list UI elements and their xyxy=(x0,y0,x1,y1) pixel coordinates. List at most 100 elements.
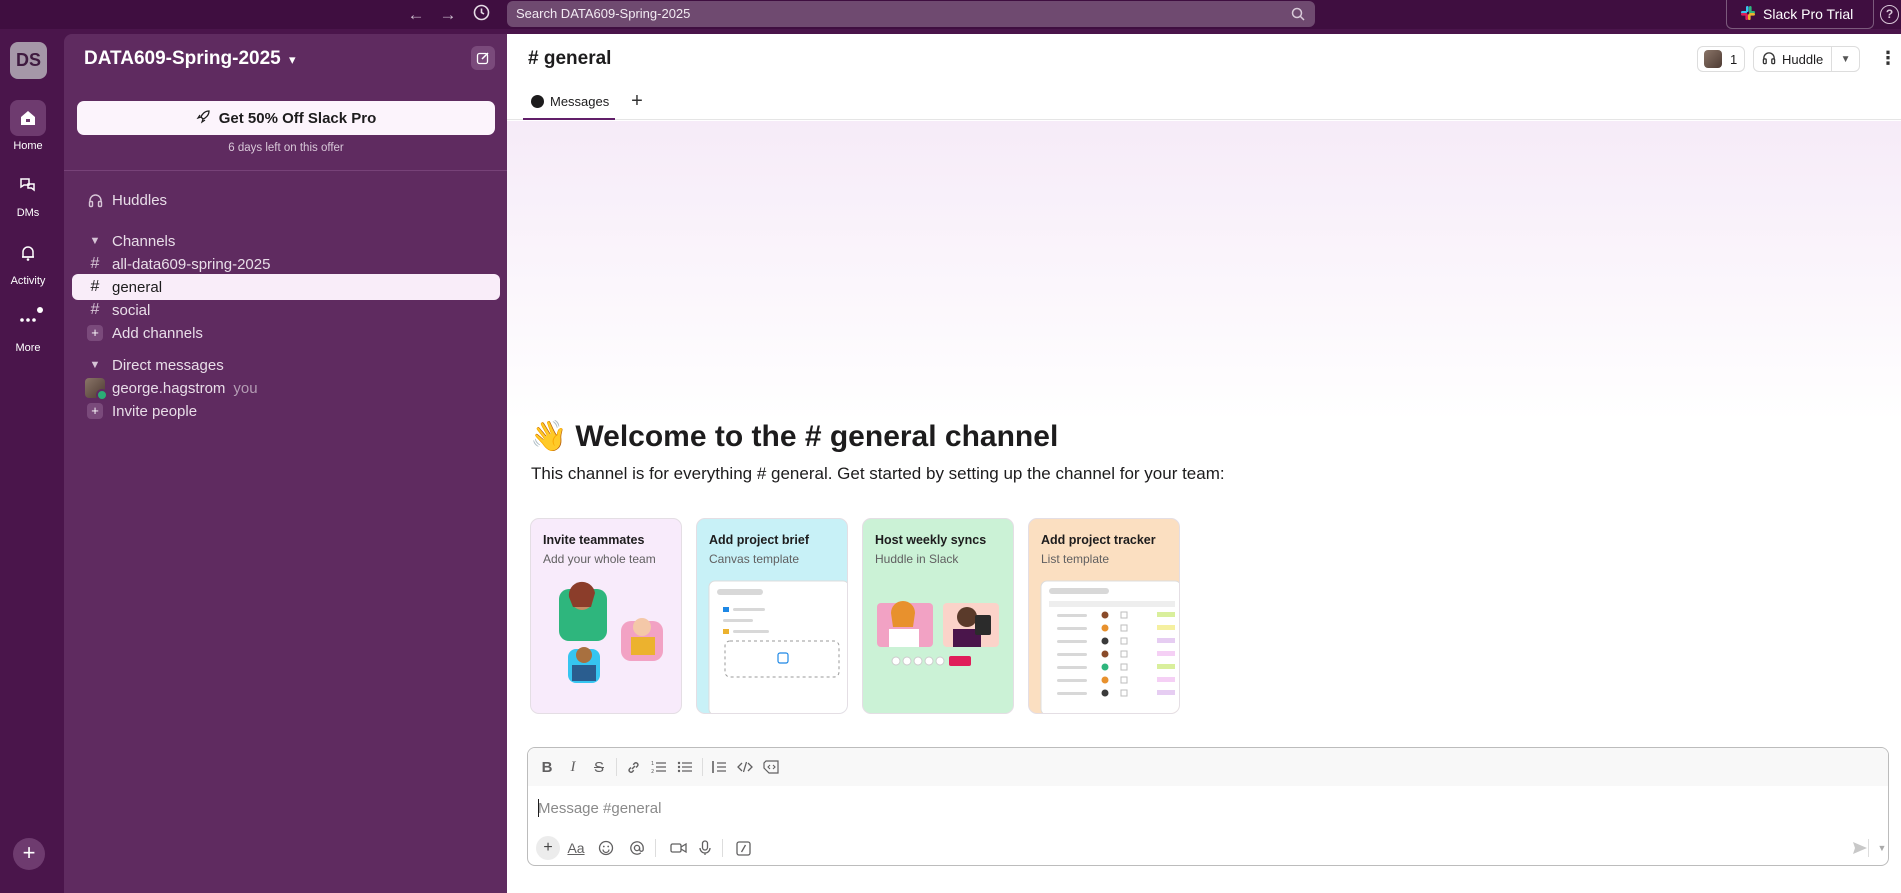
message-bubble-icon xyxy=(531,95,544,108)
toolbar-divider xyxy=(702,758,703,776)
message-input[interactable] xyxy=(538,796,1738,820)
plus-icon: + xyxy=(87,325,103,341)
card-weekly-syncs[interactable]: Host weekly syncs Huddle in Slack xyxy=(862,518,1014,714)
add-workspace-button[interactable]: + xyxy=(13,838,45,870)
member-count: 1 xyxy=(1730,51,1738,67)
caret-down-icon: ▼ xyxy=(89,359,101,371)
code-block-icon[interactable] xyxy=(759,755,783,779)
channel-label: general xyxy=(112,278,163,296)
you-tag: you xyxy=(233,379,258,397)
channel-label: all-data609-spring-2025 xyxy=(112,255,271,273)
list-template-illustration xyxy=(1040,580,1179,713)
svg-text:2: 2 xyxy=(651,769,654,774)
channel-title[interactable]: # general xyxy=(528,48,611,70)
channel-tabs: Messages + xyxy=(507,85,1901,120)
history-clock-icon[interactable] xyxy=(470,4,492,26)
toolbar-divider xyxy=(1868,839,1869,857)
canvas-template-illustration xyxy=(708,580,847,713)
toolbar-divider xyxy=(722,839,723,857)
text-caret xyxy=(538,799,539,817)
get-discount-button[interactable]: Get 50% Off Slack Pro xyxy=(77,101,495,135)
slack-logo-icon xyxy=(1740,5,1756,24)
strikethrough-icon[interactable]: S xyxy=(587,755,611,779)
svg-text:1: 1 xyxy=(651,761,654,767)
help-icon[interactable]: ? xyxy=(1880,5,1899,24)
welcome-subtitle: This channel is for everything # general… xyxy=(531,464,1225,483)
rail-activity[interactable]: Activity xyxy=(0,235,56,287)
rail-more-label: More xyxy=(15,342,41,354)
search-placeholder: Search DATA609-Spring-2025 xyxy=(516,6,691,21)
huddle-button[interactable]: Huddle ▼ xyxy=(1753,46,1860,72)
rail-home[interactable]: Home xyxy=(0,100,56,152)
dm-user-label: george.hagstrom xyxy=(112,379,226,397)
welcome-banner xyxy=(507,121,1901,421)
blockquote-icon[interactable] xyxy=(707,755,731,779)
card-project-brief[interactable]: Add project brief Canvas template xyxy=(696,518,848,714)
card-project-tracker[interactable]: Add project tracker List template xyxy=(1028,518,1180,714)
card-title: Add project brief xyxy=(709,533,810,547)
hash-icon: # xyxy=(90,278,100,295)
tab-messages[interactable]: Messages xyxy=(523,85,616,120)
huddle-label: Huddle xyxy=(1782,51,1824,67)
compose-icon[interactable] xyxy=(471,46,495,70)
shortcuts-slash-icon[interactable] xyxy=(731,836,755,860)
workspace-name: DATA609-Spring-2025 xyxy=(84,48,281,69)
rail-dms[interactable]: DMs xyxy=(0,167,56,219)
microphone-icon[interactable] xyxy=(693,836,717,860)
rail-activity-label: Activity xyxy=(10,275,46,287)
forward-arrow-icon[interactable]: → xyxy=(437,4,459,26)
chevron-down-icon[interactable]: ▼ xyxy=(1832,54,1859,65)
sidebar-divider xyxy=(64,170,507,171)
emoji-icon[interactable] xyxy=(594,836,618,860)
card-title: Invite teammates xyxy=(543,533,645,547)
bulleted-list-icon[interactable] xyxy=(673,755,697,779)
card-subtitle: Huddle in Slack xyxy=(875,552,959,566)
search-input[interactable]: Search DATA609-Spring-2025 xyxy=(507,1,1315,27)
back-arrow-icon[interactable]: ← xyxy=(405,4,427,26)
add-channels-label: Add channels xyxy=(112,324,203,342)
video-icon[interactable] xyxy=(666,836,690,860)
card-subtitle: Canvas template xyxy=(709,552,800,566)
caret-down-icon: ▼ xyxy=(89,235,101,247)
avatar xyxy=(85,378,108,401)
italic-icon[interactable]: I xyxy=(561,755,585,779)
invite-people-button[interactable]: + Invite people xyxy=(72,398,500,424)
welcome-title: 👋 Welcome to the # general channel xyxy=(530,419,1058,454)
workspace-name-button[interactable]: DATA609-Spring-2025 ▾ xyxy=(84,48,296,70)
schedule-chevron-down-icon[interactable]: ▼ xyxy=(1870,836,1888,860)
bell-icon xyxy=(10,235,46,271)
workspace-avatar[interactable]: DS xyxy=(10,42,47,79)
kebab-menu-icon[interactable]: ⋮ xyxy=(1879,46,1897,72)
add-tab-button[interactable]: + xyxy=(626,91,648,113)
workspace-rail: DS Home DMs Activity More + xyxy=(0,29,56,893)
code-icon[interactable] xyxy=(733,755,757,779)
attach-plus-icon[interactable]: + xyxy=(536,836,560,860)
huddle-illustration xyxy=(877,601,999,666)
huddles-label: Huddles xyxy=(112,191,168,209)
link-icon[interactable] xyxy=(621,755,645,779)
bold-icon[interactable]: B xyxy=(535,755,559,779)
pro-trial-label: Slack Pro Trial xyxy=(1763,6,1854,22)
teammates-illustration xyxy=(559,581,663,683)
ordered-list-icon[interactable]: 12 xyxy=(647,755,671,779)
avatar xyxy=(1704,50,1722,68)
rail-more[interactable]: More xyxy=(0,302,56,354)
mention-icon[interactable] xyxy=(625,836,649,860)
members-button[interactable]: 1 xyxy=(1697,46,1745,72)
card-invite-teammates[interactable]: Invite teammates Add your whole team xyxy=(530,518,682,714)
promo-subtext: 6 days left on this offer xyxy=(228,142,344,154)
top-bar: ← → Search DATA609-Spring-2025 Slack Pro… xyxy=(0,0,1901,29)
hash-icon: # xyxy=(90,255,100,272)
slack-pro-trial-button[interactable]: Slack Pro Trial xyxy=(1726,0,1874,29)
text-format-icon[interactable]: Aa xyxy=(564,836,588,860)
message-composer: B I S 12 + A xyxy=(527,747,1889,866)
card-title: Add project tracker xyxy=(1041,533,1156,547)
card-subtitle: List template xyxy=(1041,552,1110,566)
channel-label: social xyxy=(112,301,151,319)
channel-sidebar: DATA609-Spring-2025 ▾ Get 50% Off Slack … xyxy=(64,34,507,893)
invite-label: Invite people xyxy=(112,402,198,420)
add-channels-button[interactable]: + Add channels xyxy=(72,320,500,346)
sidebar-item-huddles[interactable]: Huddles xyxy=(72,187,500,213)
chevron-down-icon: ▾ xyxy=(289,52,296,67)
wave-emoji: 👋 xyxy=(530,420,568,453)
